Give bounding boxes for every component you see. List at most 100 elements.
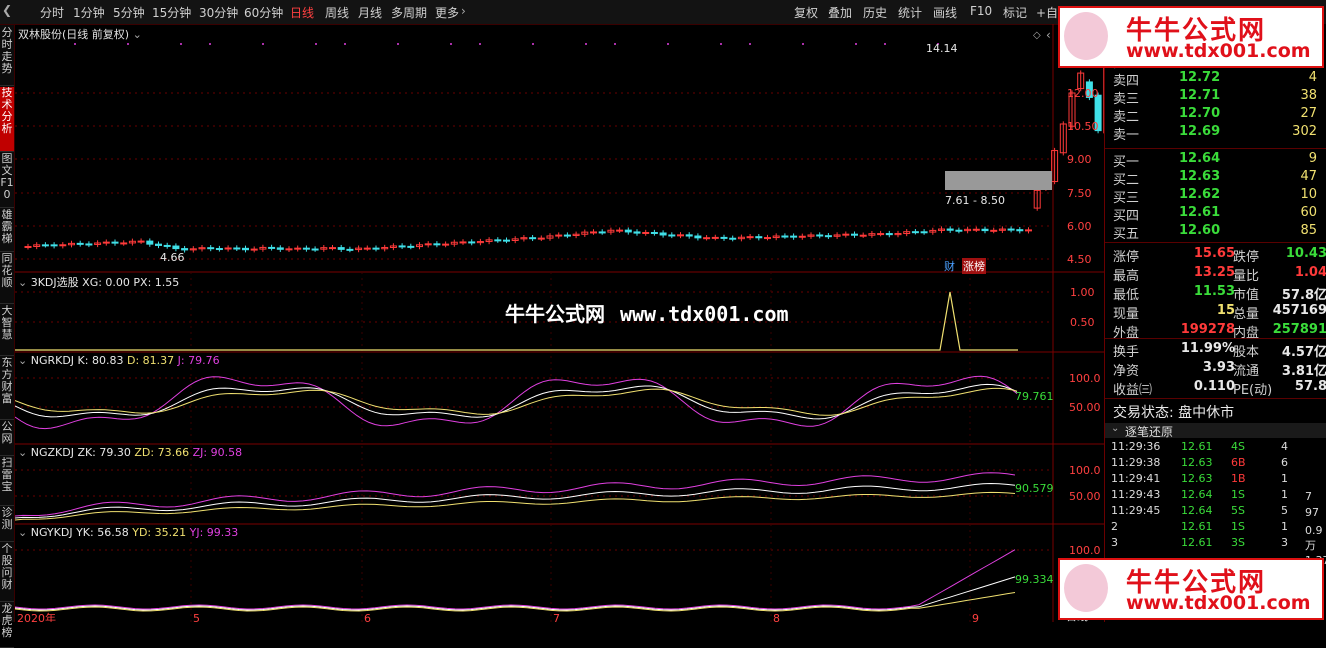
sidebar-tab-technical[interactable]: 技术分析 (0, 87, 14, 152)
indicator-dropdown-icon[interactable]: ⌄ (18, 276, 27, 289)
level-price: 12.69 (1179, 124, 1220, 139)
sidebar-tab-eastmoney[interactable]: 东方财富 (0, 357, 14, 420)
action-history[interactable]: 历史 (863, 4, 887, 21)
action-draw[interactable]: 画线 (933, 4, 957, 21)
title-dropdown-icon[interactable]: ⌄ (133, 28, 142, 41)
level-volume: 10 (1300, 187, 1317, 202)
stat-label: 股本 (1233, 341, 1259, 360)
cow-mascot-icon (1064, 564, 1108, 612)
badge-cai[interactable]: 财 (944, 258, 955, 274)
candle-body (295, 248, 301, 249)
y-axis-label: 50.00 (1069, 401, 1101, 414)
period-tab-multi[interactable]: 多周期 (391, 4, 427, 21)
action-add-watch[interactable]: +自 (1036, 4, 1058, 21)
sidebar-tab-xiongba[interactable]: 雄霸梯 (0, 209, 14, 252)
sidebar-tab-gongwang[interactable]: 公网 (0, 421, 14, 456)
candle-body (434, 244, 440, 245)
action-fuquan[interactable]: 复权 (794, 4, 818, 21)
sidebar-tab-timeshare[interactable]: 分时走势 (0, 27, 14, 86)
diamond-icon[interactable]: ◇ (1033, 30, 1041, 41)
sidebar-tab-ths[interactable]: 同花顺 (0, 253, 14, 304)
indicator-dropdown-icon[interactable]: ⌄ (18, 446, 27, 459)
chevron-left-icon[interactable]: ‹ (1046, 28, 1051, 42)
candle-body (695, 236, 701, 238)
tick-volume: 1S (1231, 520, 1245, 533)
indicator-dropdown-icon[interactable]: ⌄ (18, 526, 27, 539)
tick-count: 1 (1281, 520, 1288, 533)
signal-dot (667, 43, 669, 45)
ngykdj-last-value: 99.334 (1015, 573, 1054, 586)
back-arrow-icon[interactable]: ❮ (2, 3, 12, 17)
candle-body (216, 249, 222, 250)
stat-value: 57.8亿 (1282, 284, 1326, 303)
period-tab-分时[interactable]: 分时 (40, 4, 64, 21)
sidebar-tab-saolei[interactable]: 扫雷宝 (0, 457, 14, 506)
action-f10[interactable]: F10 (970, 4, 992, 18)
stat-value: 11.99% (1175, 341, 1235, 356)
ask-row[interactable]: 卖三12.7138 (1113, 88, 1323, 106)
level-volume: 27 (1300, 106, 1317, 121)
bid-row[interactable]: 买一12.649 (1113, 151, 1323, 169)
chevron-down-icon[interactable]: ⌄ (1111, 423, 1119, 434)
candle-body (469, 242, 475, 243)
sidebar-tab-zhence[interactable]: 诊测 (0, 507, 14, 542)
ask-row[interactable]: 卖四12.724 (1113, 70, 1323, 88)
period-tab-5min[interactable]: 5分钟 (113, 4, 145, 21)
period-tab-daily[interactable]: 日线 (290, 4, 314, 21)
bid-row[interactable]: 买三12.6210 (1113, 187, 1323, 205)
candle-body (617, 230, 623, 231)
period-tab-30min[interactable]: 30分钟 (199, 4, 238, 21)
candle-body (277, 248, 283, 249)
tick-price: 12.63 (1181, 472, 1213, 485)
period-tab-1min[interactable]: 1分钟 (73, 4, 105, 21)
sidebar-tab-wencai[interactable]: 个股问财 (0, 543, 14, 602)
candlestick-series (25, 43, 1104, 253)
ask-row[interactable]: 卖二12.7027 (1113, 106, 1323, 124)
candle-body (825, 236, 831, 237)
candle-body (1017, 230, 1023, 231)
indicator-value-px: PX: 1.55 (133, 276, 179, 289)
sidebar-tab-dzh[interactable]: 大智慧 (0, 305, 14, 356)
indicator-ngykdj-lines (15, 550, 1015, 611)
watermark-url: www.tdx001.com (620, 302, 789, 326)
sidebar-tab-f10[interactable]: 图文F10 (0, 153, 14, 208)
trade-status: 交易状态: 盘中休市 (1113, 402, 1234, 422)
action-overlay[interactable]: 叠加 (828, 4, 852, 21)
candle-body (312, 249, 318, 250)
candle-body (843, 234, 849, 235)
ask-row[interactable]: 卖一12.69302 (1113, 124, 1323, 142)
period-tab-monthly[interactable]: 月线 (358, 4, 382, 21)
signal-dot (855, 43, 857, 45)
badge-zhangbang[interactable]: 涨榜 (962, 258, 986, 274)
logo-watermark-top: 牛牛公式网 www.tdx001.com (1058, 6, 1324, 68)
high-marker-label: 14.14 (926, 42, 958, 55)
candle-body (425, 244, 431, 245)
stat-value: 57.8 (1295, 379, 1326, 394)
ngrkdj-last-value: 79.761 (1015, 390, 1054, 403)
level-volume: 38 (1300, 88, 1317, 103)
ngzkdj-last-value: 90.579 (1015, 482, 1054, 495)
candle-body (591, 232, 597, 233)
signal-dot (74, 43, 76, 45)
divider (1105, 148, 1326, 149)
candle-body (634, 232, 640, 233)
bid-row[interactable]: 买二12.6347 (1113, 169, 1323, 187)
bid-row[interactable]: 买五12.6085 (1113, 223, 1323, 241)
period-tab-more[interactable]: 更多 (435, 4, 459, 21)
action-mark[interactable]: 标记 (1003, 4, 1027, 21)
bid-row[interactable]: 买四12.6160 (1113, 205, 1323, 223)
tick-volume: 1B (1231, 472, 1246, 485)
signal-dot (180, 43, 182, 45)
indicator-dropdown-icon[interactable]: ⌄ (18, 354, 27, 367)
chevron-right-icon[interactable]: › (461, 4, 466, 18)
stat-label: 量比 (1233, 265, 1259, 284)
level-price: 12.62 (1179, 187, 1220, 202)
candle-body (712, 237, 718, 238)
sidebar-tab-lhb[interactable]: 龙虎榜 (0, 603, 14, 648)
action-stats[interactable]: 统计 (898, 4, 922, 21)
tick-volume: 5S (1231, 504, 1245, 517)
period-tab-60min[interactable]: 60分钟 (244, 4, 283, 21)
indicator-title-3kdj: ⌄ 3KDJ选股 XG: 0.00 PX: 1.55 (18, 274, 179, 290)
period-tab-15min[interactable]: 15分钟 (152, 4, 191, 21)
period-tab-weekly[interactable]: 周线 (325, 4, 349, 21)
